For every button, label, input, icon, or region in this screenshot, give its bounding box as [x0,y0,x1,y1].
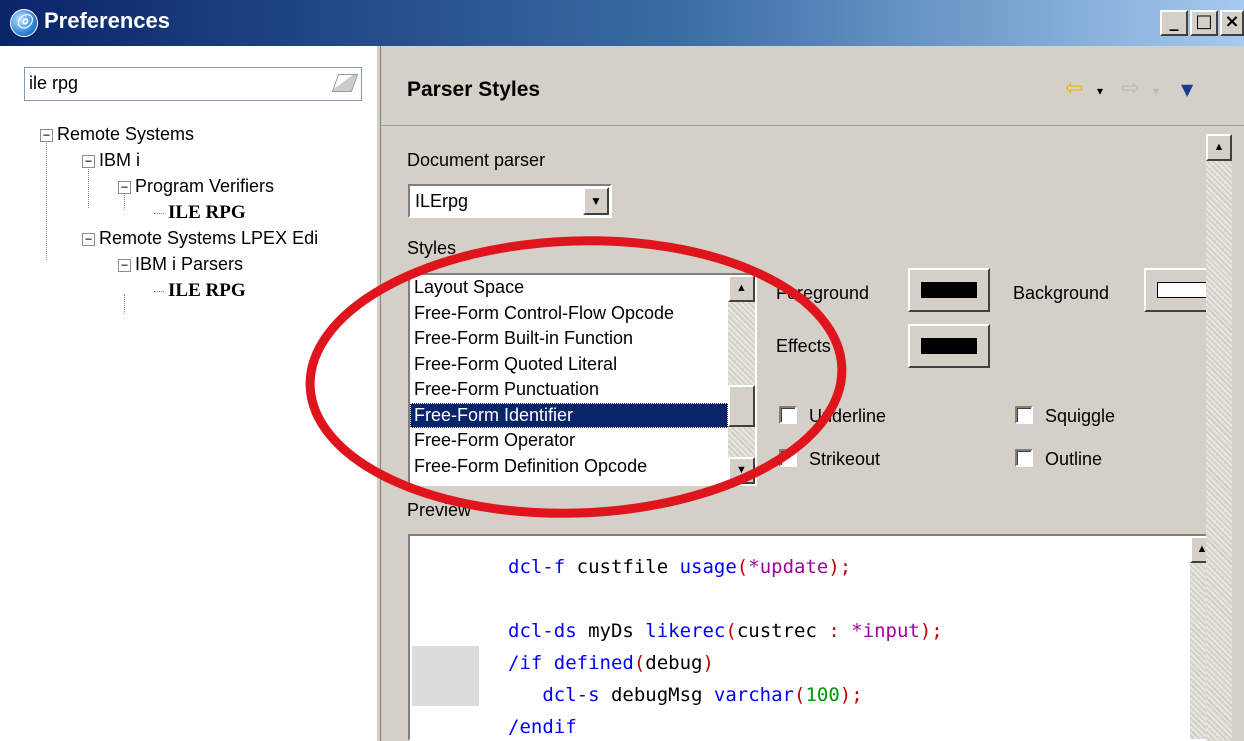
styles-label: Styles [407,238,457,258]
tree-item-remote-systems[interactable]: − Remote Systems [40,121,194,147]
preview-label: Preview [407,500,472,520]
squiggle-checkbox[interactable] [1015,406,1033,424]
chevron-down-icon[interactable]: ▼ [583,187,609,215]
window-title: Preferences [44,8,170,33]
style-list-item[interactable]: Free-Form Identifier [410,402,728,428]
preference-page: Parser Styles ⇦ ▾ ⇨ ▾ ▼ Document parser … [380,46,1244,741]
collapse-icon[interactable]: − [40,128,53,142]
forward-arrow-icon[interactable]: ⇨ [1121,76,1139,101]
effects-swatch [921,338,977,354]
squiggle-label: Squiggle [1045,406,1116,426]
effects-color-button[interactable] [908,324,990,368]
collapse-icon[interactable]: − [118,258,131,272]
style-list-item[interactable]: Layout Space [410,275,728,301]
filter-input-text: ile rpg [29,73,79,93]
close-button[interactable]: × [1220,10,1244,36]
tree-item-program-verifiers[interactable]: − Program Verifiers [118,173,274,199]
tree-item-lpex-editor[interactable]: − Remote Systems LPEX Edi [82,225,318,251]
document-parser-label: Document parser [407,150,546,170]
view-menu-icon[interactable]: ▼ [1181,80,1193,99]
forward-history-dropdown-icon[interactable]: ▾ [1153,84,1159,98]
strikeout-label: Strikeout [809,449,881,469]
style-list-item[interactable]: Free-Form Built-in Function [410,326,728,352]
maximize-button[interactable]: □ [1190,10,1218,36]
preview-code-line: /if defined(debug) [508,652,714,674]
underline-label: Underline [809,406,887,426]
style-list-item[interactable]: Free-Form Operator [410,428,728,454]
styles-list-items: Layout Space Free-Form Control-Flow Opcod… [410,275,755,479]
preview-code-line: dcl-f custfile usage(*update); [508,556,852,578]
scroll-down-button[interactable]: ▼ [728,457,755,484]
tree-item-ibm-i[interactable]: − IBM i [82,147,140,173]
effects-label: Effects [776,336,831,356]
tree-item-ibm-i-parsers[interactable]: − IBM i Parsers [118,251,243,277]
style-list-item[interactable]: Free-Form Control-Flow Opcode [410,301,728,327]
collapse-icon[interactable]: − [82,232,95,246]
outline-label: Outline [1045,449,1103,469]
styles-list[interactable]: Layout Space Free-Form Control-Flow Opcod… [408,273,757,486]
tree-line [46,138,47,260]
scroll-up-button[interactable]: ▲ [728,275,755,302]
preview-code-line: /endif [508,716,577,738]
back-history-dropdown-icon[interactable]: ▾ [1097,84,1103,98]
styles-scrollbar[interactable]: ▲ ▼ [728,275,755,484]
tree-item-ile-rpg-verifier[interactable]: ILE RPG [154,199,246,225]
style-list-item[interactable]: Free-Form Quoted Literal [410,352,728,378]
foreground-color-button[interactable] [908,268,990,312]
foreground-swatch [921,282,977,298]
background-label: Background [1013,283,1110,303]
back-arrow-icon[interactable]: ⇦ [1065,76,1083,101]
underline-checkbox[interactable] [779,406,797,424]
background-swatch [1157,282,1207,298]
scroll-up-button[interactable]: ▲ [1206,134,1232,161]
page-title: Parser Styles [407,78,541,101]
eclipse-icon: ⓞ [10,9,38,37]
style-list-item[interactable]: Free-Form Punctuation [410,377,728,403]
minimize-button[interactable]: _ [1160,10,1188,36]
preference-tree-pane: ile rpg − Remote Systems − IBM i − Program … [0,46,377,741]
preview-code-line: dcl-s debugMsg varchar(100); [542,684,863,706]
page-header: Parser Styles ⇦ ▾ ⇨ ▾ ▼ [381,46,1244,126]
filter-input[interactable]: ile rpg [24,67,362,101]
collapse-icon[interactable]: − [118,180,131,194]
style-list-item[interactable]: Free-Form Definition Opcode [410,454,728,480]
scroll-thumb[interactable] [728,385,755,427]
title-bar: ⓞ Preferences _ □ × [0,0,1244,46]
tree-line [124,294,125,314]
collapse-icon[interactable]: − [82,154,95,168]
clear-filter-icon[interactable] [331,74,359,92]
preview-pane[interactable]: dcl-f custfile usage(*update); dcl-ds myD… [408,534,1216,741]
page-scrollbar[interactable]: ▲ [1206,134,1232,741]
strikeout-checkbox[interactable] [779,449,797,467]
document-parser-select[interactable]: ILErpg ▼ [408,184,612,218]
tree-item-ile-rpg-parser[interactable]: ILE RPG [154,277,246,303]
foreground-label: Foreground [776,283,870,303]
preview-code-line: dcl-ds myDs likerec(custrec : *input); [508,620,943,642]
preview-gutter-marker [412,646,479,706]
outline-checkbox[interactable] [1015,449,1033,467]
